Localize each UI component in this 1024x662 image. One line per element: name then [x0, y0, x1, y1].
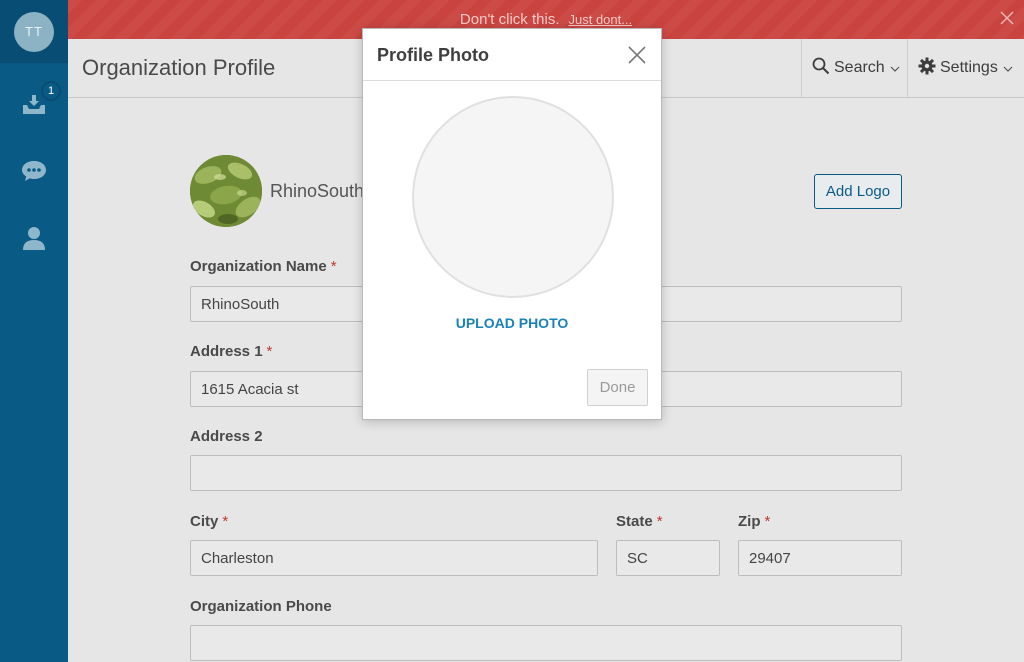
- close-icon[interactable]: [628, 46, 646, 69]
- banner-link[interactable]: Just dont...: [568, 12, 632, 27]
- page-title: Organization Profile: [82, 55, 276, 80]
- sidebar: TT 1: [0, 0, 68, 662]
- address1-label: Address 1 *: [190, 343, 273, 360]
- sidebar-item-profile[interactable]: [0, 213, 68, 263]
- upload-photo-link[interactable]: UPLOAD PHOTO: [363, 315, 661, 331]
- search-menu-button[interactable]: Search: [801, 39, 907, 97]
- sidebar-item-inbox[interactable]: 1: [0, 79, 68, 129]
- done-button[interactable]: Done: [587, 369, 648, 406]
- org-phone-field[interactable]: [190, 625, 902, 661]
- banner-message: Don't click this.: [459, 11, 560, 28]
- avatar[interactable]: TT: [14, 11, 54, 52]
- state-label: State *: [616, 513, 663, 530]
- org-logo-image: [190, 155, 262, 227]
- chat-bubble-icon: [21, 159, 47, 183]
- chevron-down-icon: [890, 59, 904, 77]
- settings-menu-button[interactable]: Settings: [907, 39, 1024, 97]
- profile-photo-modal: Profile Photo UPLOAD PHOTO Done: [362, 28, 662, 420]
- chevron-down-icon: [1003, 59, 1017, 77]
- org-name-label: Organization Name *: [190, 258, 337, 275]
- modal-header: Profile Photo: [363, 29, 661, 81]
- add-logo-button[interactable]: Add Logo: [814, 174, 902, 209]
- address2-label: Address 2: [190, 428, 263, 445]
- city-field[interactable]: Charleston: [190, 540, 598, 576]
- banner-close-icon[interactable]: [1000, 11, 1014, 29]
- zip-field[interactable]: 29407: [738, 540, 902, 576]
- person-icon: [21, 225, 47, 251]
- photo-preview-circle: [412, 96, 614, 298]
- search-label: Search: [834, 59, 885, 76]
- sidebar-item-chat[interactable]: [0, 146, 68, 196]
- modal-title: Profile Photo: [377, 45, 489, 65]
- avatar-area: TT: [0, 0, 68, 63]
- address2-field[interactable]: [190, 455, 902, 491]
- inbox-count-badge: 1: [41, 81, 61, 101]
- state-field[interactable]: SC: [616, 540, 720, 576]
- gear-icon: [918, 57, 940, 80]
- org-phone-label: Organization Phone: [190, 598, 332, 615]
- search-icon: [812, 57, 834, 80]
- settings-label: Settings: [940, 59, 998, 76]
- org-name-heading: RhinoSouth: [270, 181, 365, 201]
- zip-label: Zip *: [738, 513, 771, 530]
- city-label: City *: [190, 513, 229, 530]
